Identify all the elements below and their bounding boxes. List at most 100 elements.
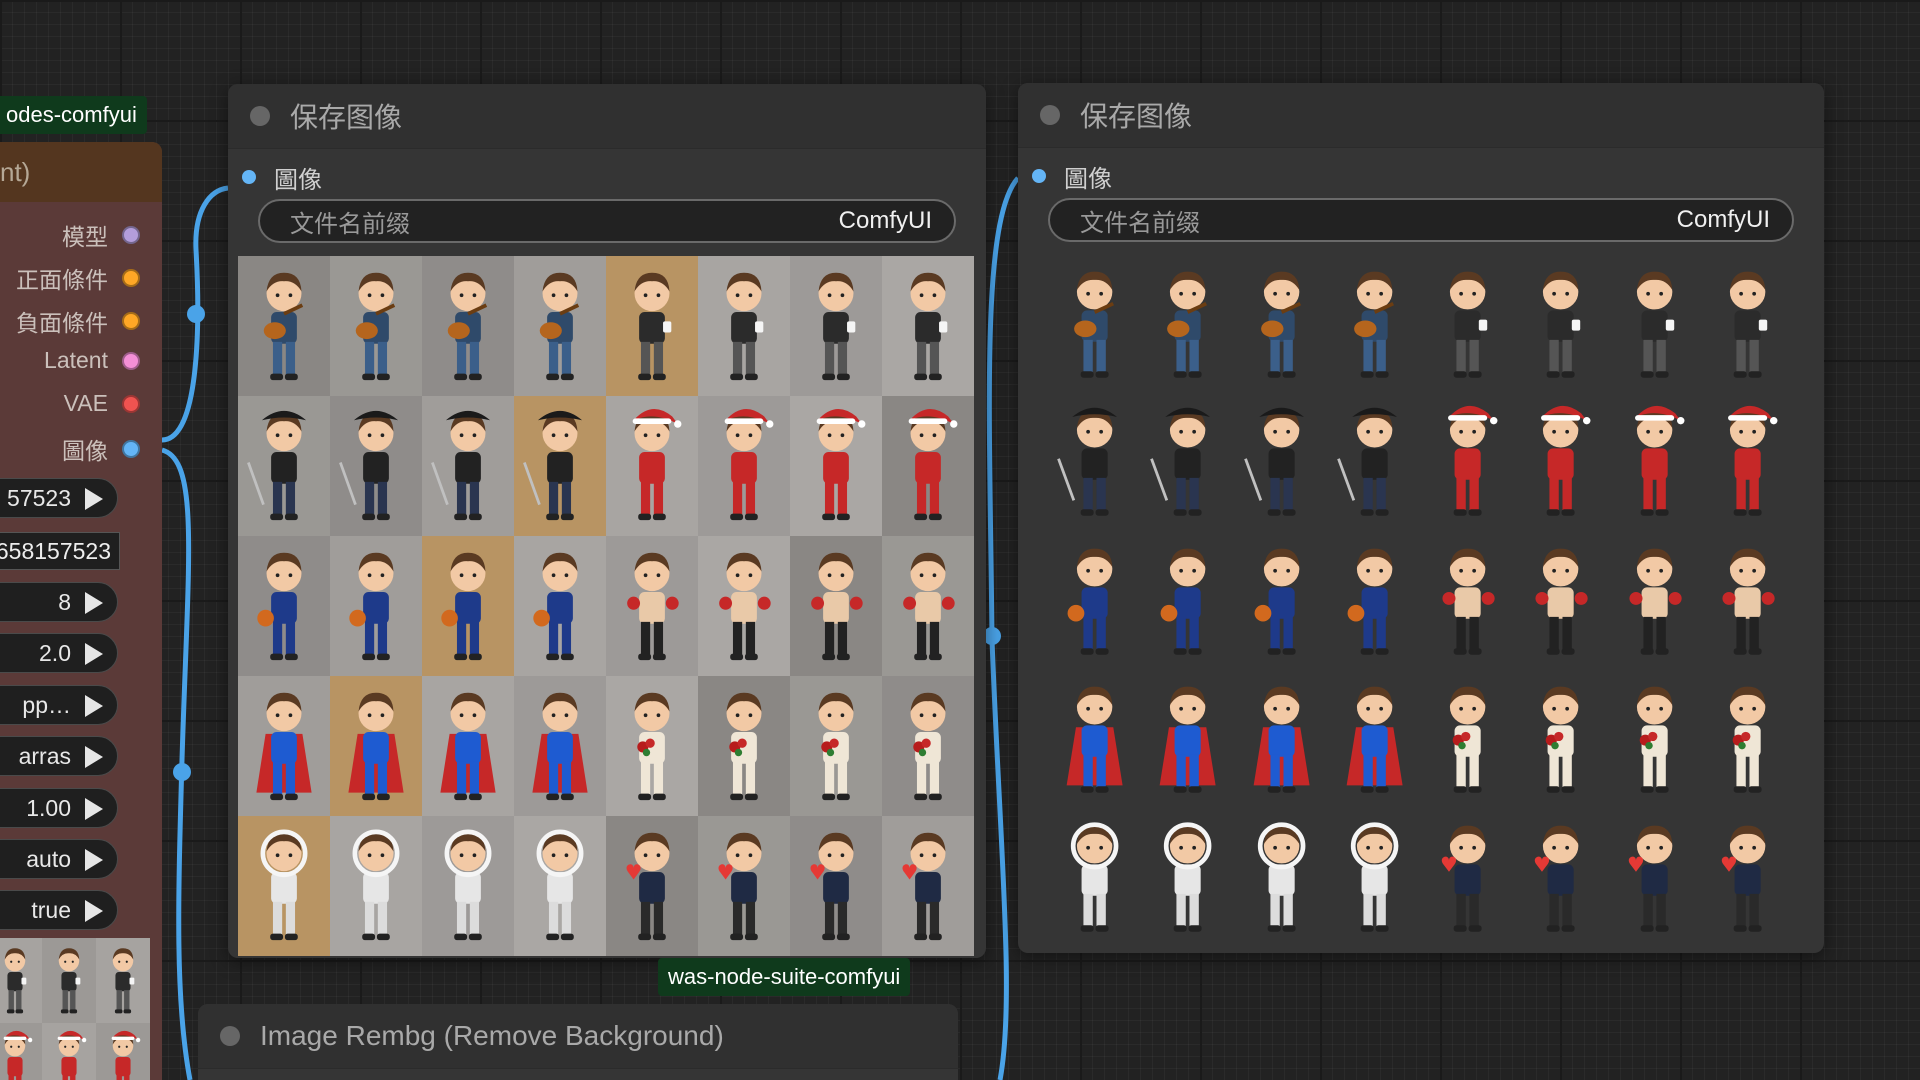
image-thumbnail[interactable] bbox=[1608, 532, 1701, 670]
image-input-slot[interactable]: 圖像 bbox=[228, 155, 986, 199]
image-thumbnail[interactable] bbox=[330, 396, 422, 536]
image-thumbnail[interactable] bbox=[1235, 532, 1328, 670]
image-thumbnail[interactable] bbox=[42, 938, 96, 1023]
image-thumbnail[interactable] bbox=[1608, 393, 1701, 531]
widget-cfg[interactable]: 2.0 bbox=[0, 633, 118, 673]
widget-sampler[interactable]: pp… bbox=[0, 685, 118, 725]
image-preview-grid[interactable] bbox=[238, 256, 974, 956]
rembg-node-header[interactable]: Image Rembg (Remove Background) bbox=[198, 1004, 958, 1069]
port-connector-icon[interactable] bbox=[122, 394, 140, 413]
output-port[interactable]: 模型 bbox=[62, 218, 140, 252]
image-thumbnail[interactable] bbox=[1701, 532, 1794, 670]
image-thumbnail[interactable] bbox=[96, 938, 150, 1023]
port-connector-icon[interactable] bbox=[122, 269, 140, 287]
image-thumbnail[interactable] bbox=[698, 396, 790, 536]
image-thumbnail[interactable] bbox=[1235, 255, 1328, 393]
image-thumbnail[interactable] bbox=[882, 676, 974, 816]
image-thumbnail[interactable] bbox=[0, 938, 42, 1023]
image-preview-grid[interactable] bbox=[1048, 255, 1794, 947]
image-thumbnail[interactable] bbox=[1235, 670, 1328, 808]
image-thumbnail[interactable] bbox=[606, 676, 698, 816]
link-reroute-dot[interactable] bbox=[187, 305, 205, 323]
image-thumbnail[interactable] bbox=[0, 1023, 42, 1080]
output-port[interactable]: Latent bbox=[44, 347, 140, 374]
image-thumbnail[interactable] bbox=[1701, 809, 1794, 947]
image-thumbnail[interactable] bbox=[1701, 255, 1794, 393]
image-thumbnail[interactable] bbox=[790, 256, 882, 396]
image-thumbnail[interactable] bbox=[698, 676, 790, 816]
image-thumbnail[interactable] bbox=[1421, 670, 1514, 808]
save-image-node-header[interactable]: 保存图像 bbox=[1018, 83, 1824, 148]
image-thumbnail[interactable] bbox=[238, 536, 330, 676]
port-connector-icon[interactable] bbox=[122, 351, 140, 370]
image-thumbnail[interactable] bbox=[790, 816, 882, 956]
image-thumbnail[interactable] bbox=[330, 676, 422, 816]
image-thumbnail[interactable] bbox=[1328, 393, 1421, 531]
image-thumbnail[interactable] bbox=[330, 256, 422, 396]
image-thumbnail[interactable] bbox=[1514, 393, 1607, 531]
image-thumbnail[interactable] bbox=[882, 536, 974, 676]
node-collapse-dot-icon[interactable] bbox=[220, 1026, 240, 1046]
image-thumbnail[interactable] bbox=[1421, 532, 1514, 670]
image-thumbnail[interactable] bbox=[790, 396, 882, 536]
image-rembg-node[interactable]: Image Rembg (Remove Background) bbox=[198, 1004, 958, 1080]
image-thumbnail[interactable] bbox=[422, 816, 514, 956]
image-thumbnail[interactable] bbox=[1141, 670, 1234, 808]
widget-auto[interactable]: auto bbox=[0, 839, 118, 879]
image-thumbnail[interactable] bbox=[1514, 809, 1607, 947]
image-thumbnail[interactable] bbox=[1328, 809, 1421, 947]
image-thumbnail[interactable] bbox=[882, 396, 974, 536]
increment-arrow-icon[interactable] bbox=[85, 592, 103, 614]
image-thumbnail[interactable] bbox=[1048, 255, 1141, 393]
image-thumbnail[interactable] bbox=[606, 396, 698, 536]
node-collapse-dot-icon[interactable] bbox=[250, 106, 270, 126]
save-image-node-header[interactable]: 保存图像 bbox=[228, 84, 986, 149]
image-thumbnail[interactable] bbox=[1235, 393, 1328, 531]
image-thumbnail[interactable] bbox=[1608, 670, 1701, 808]
increment-arrow-icon[interactable] bbox=[85, 695, 103, 717]
save-image-node-1[interactable]: 保存图像 圖像 文件名前缀 ComfyUI bbox=[228, 84, 986, 958]
image-thumbnail[interactable] bbox=[1421, 393, 1514, 531]
image-thumbnail[interactable] bbox=[882, 816, 974, 956]
image-thumbnail[interactable] bbox=[422, 676, 514, 816]
image-thumbnail[interactable] bbox=[606, 256, 698, 396]
image-thumbnail[interactable] bbox=[790, 676, 882, 816]
input-connector-icon[interactable] bbox=[242, 170, 256, 184]
image-thumbnail[interactable] bbox=[882, 256, 974, 396]
port-connector-icon[interactable] bbox=[122, 226, 140, 244]
image-thumbnail[interactable] bbox=[1608, 255, 1701, 393]
image-thumbnail[interactable] bbox=[1141, 393, 1234, 531]
image-input-slot[interactable]: 圖像 bbox=[1018, 154, 1824, 198]
image-thumbnail[interactable] bbox=[1048, 670, 1141, 808]
image-thumbnail[interactable] bbox=[606, 816, 698, 956]
image-thumbnail[interactable] bbox=[698, 536, 790, 676]
seed-text-field[interactable]: 36658157523 bbox=[0, 532, 120, 570]
increment-arrow-icon[interactable] bbox=[85, 900, 103, 922]
image-thumbnail[interactable] bbox=[1141, 532, 1234, 670]
output-port[interactable]: VAE bbox=[64, 390, 140, 417]
port-connector-icon[interactable] bbox=[122, 440, 140, 458]
increment-arrow-icon[interactable] bbox=[85, 746, 103, 768]
filename-prefix-field[interactable]: 文件名前缀 ComfyUI bbox=[1048, 198, 1794, 242]
image-thumbnail[interactable] bbox=[1608, 809, 1701, 947]
widget-steps[interactable]: 8 bbox=[0, 582, 118, 622]
image-thumbnail[interactable] bbox=[422, 396, 514, 536]
image-thumbnail[interactable] bbox=[330, 816, 422, 956]
image-thumbnail[interactable] bbox=[1328, 532, 1421, 670]
image-thumbnail[interactable] bbox=[1514, 532, 1607, 670]
image-thumbnail[interactable] bbox=[1328, 255, 1421, 393]
image-thumbnail[interactable] bbox=[514, 536, 606, 676]
image-thumbnail[interactable] bbox=[698, 816, 790, 956]
image-thumbnail[interactable] bbox=[790, 536, 882, 676]
image-thumbnail[interactable] bbox=[1421, 255, 1514, 393]
image-thumbnail[interactable] bbox=[514, 256, 606, 396]
image-thumbnail[interactable] bbox=[238, 396, 330, 536]
sampler-node[interactable]: nt) 模型正面條件負面條件 Latent VAE 圖像 57523 36658157… bbox=[0, 142, 162, 1080]
image-thumbnail[interactable] bbox=[1141, 255, 1234, 393]
image-thumbnail[interactable] bbox=[1701, 393, 1794, 531]
image-thumbnail[interactable] bbox=[238, 256, 330, 396]
image-thumbnail[interactable] bbox=[1701, 670, 1794, 808]
image-thumbnail[interactable] bbox=[606, 536, 698, 676]
image-thumbnail[interactable] bbox=[1235, 809, 1328, 947]
port-connector-icon[interactable] bbox=[122, 312, 140, 330]
